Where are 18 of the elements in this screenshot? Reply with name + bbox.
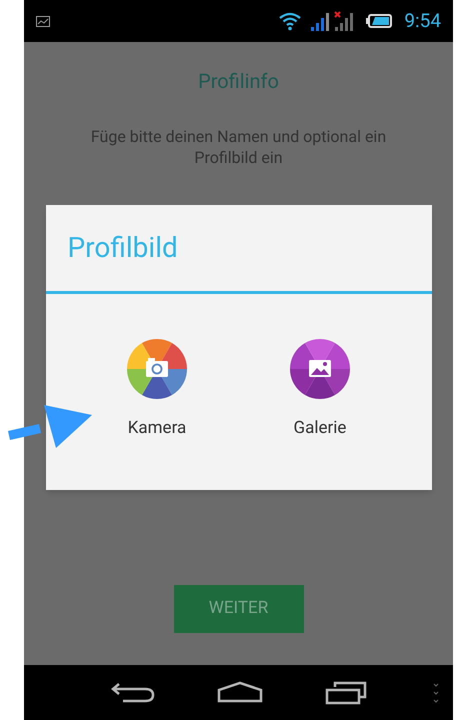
camera-icon: [127, 339, 187, 399]
back-icon: [110, 680, 154, 702]
recent-apps-icon: [324, 680, 366, 704]
pointer-arrow-icon: [6, 403, 94, 449]
battery-icon: [366, 14, 392, 28]
image-notification-icon: [36, 16, 50, 26]
picker-option[interactable]: Galerie: [282, 339, 358, 442]
signal-icon: [310, 11, 330, 31]
picker-option[interactable]: Kamera: [119, 339, 195, 442]
no-signal-icon: [334, 11, 354, 31]
gallery-icon: [290, 339, 350, 399]
clock-time: 9:54: [404, 8, 441, 34]
menu-dots-icon: [433, 682, 439, 704]
instruction-text: Füge bitte deinen Namen und optional ein Profilbild ein: [90, 126, 388, 168]
wifi-icon: [278, 11, 302, 31]
home-icon: [216, 680, 262, 702]
screen-title: Profilinfo: [198, 68, 279, 95]
dialog-title: Profilbild: [66, 230, 179, 266]
